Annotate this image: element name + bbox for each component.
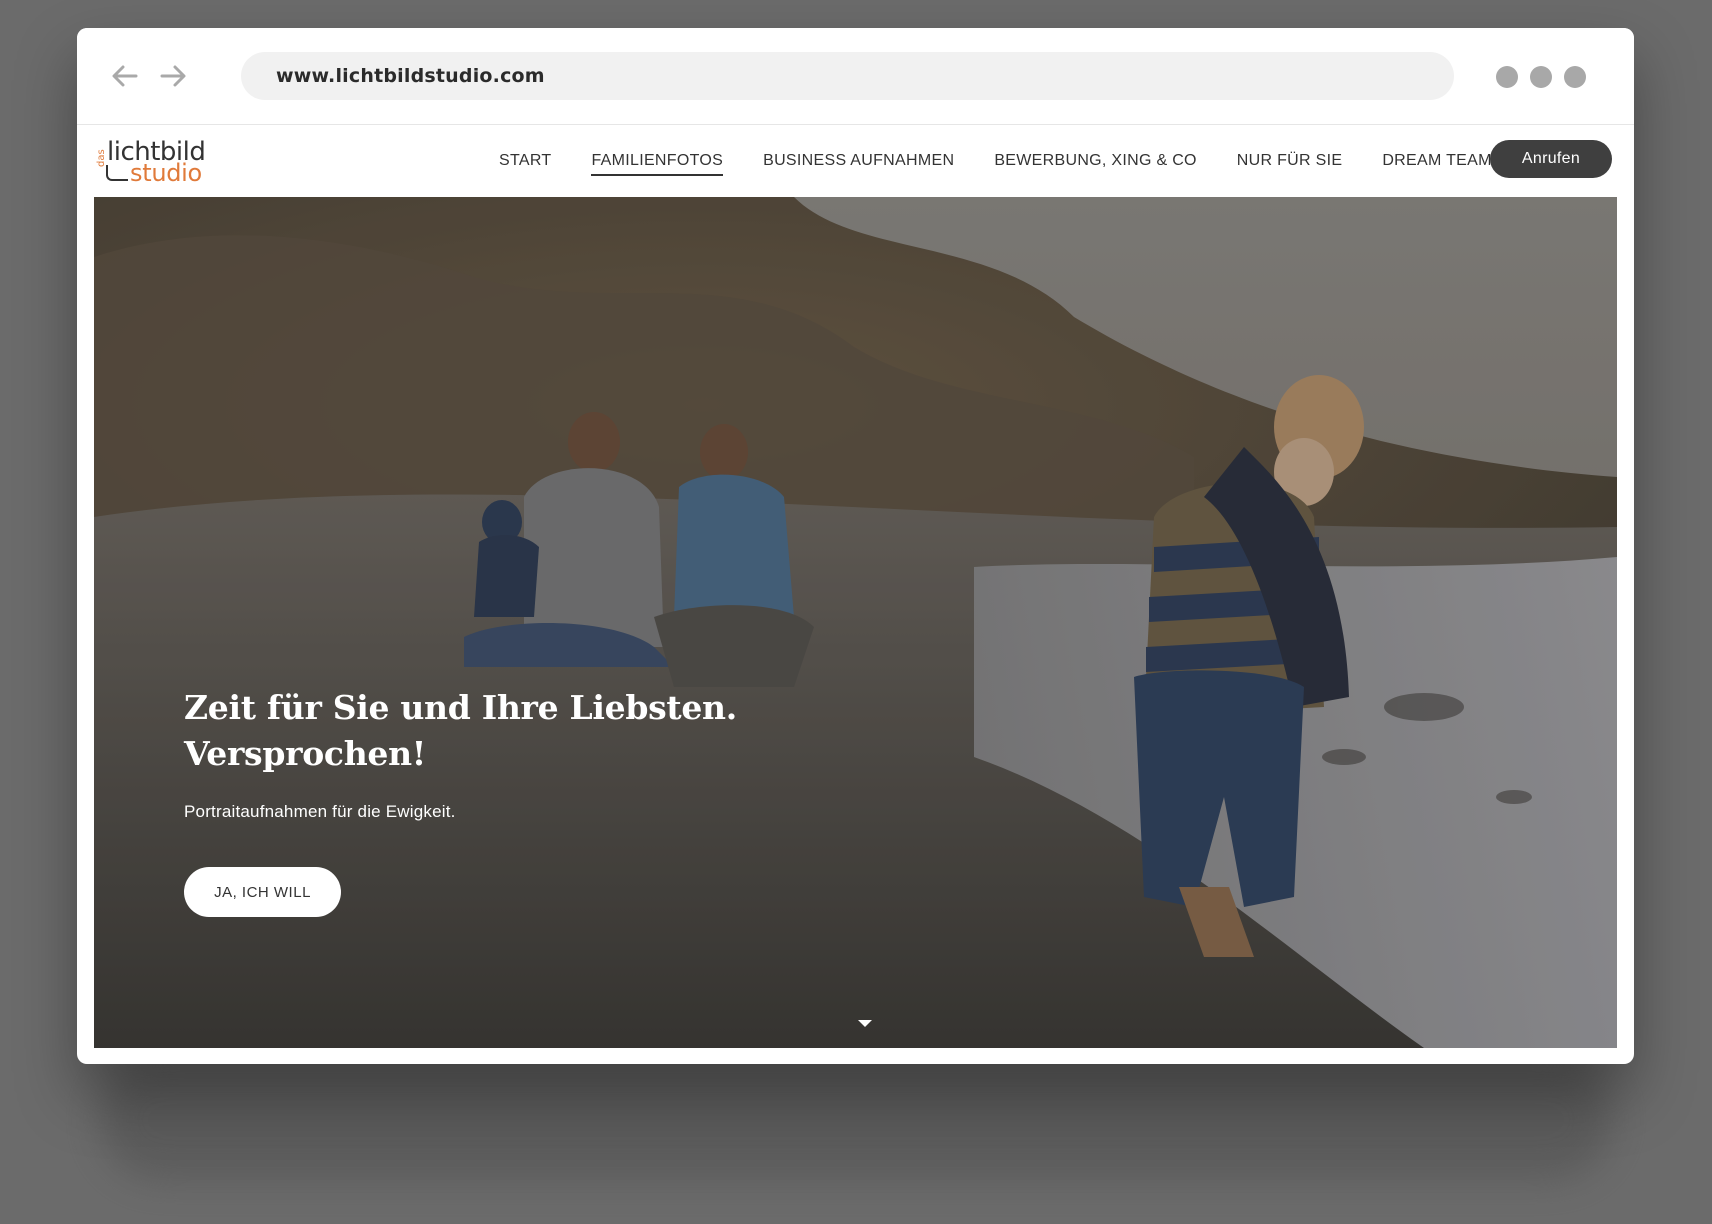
nav-business-aufnahmen[interactable]: BUSINESS AUFNAHMEN [763,146,954,176]
window-dot[interactable] [1564,66,1586,88]
arrow-right-icon[interactable] [155,58,191,94]
nav-familienfotos[interactable]: FAMILIENFOTOS [591,146,723,176]
arrow-left-icon[interactable] [107,58,143,94]
logo-line2: studio [130,159,202,187]
window-dot[interactable] [1496,66,1518,88]
browser-window: www.lichtbildstudio.com das lichtbild st… [77,28,1634,1064]
hero-section: Zeit für Sie und Ihre Liebsten. Versproc… [94,197,1617,1048]
window-dot[interactable] [1530,66,1552,88]
nav-dream-team[interactable]: DREAM TEAM [1382,146,1491,176]
hero-title-line1: Zeit für Sie und Ihre Liebsten. [184,688,737,727]
hero-title-line2: Versprochen! [184,734,426,773]
nav-nur-fuer-sie[interactable]: NUR FÜR SIE [1237,146,1343,176]
window-controls [1496,66,1586,88]
site-logo[interactable]: das lichtbild studio [96,137,206,187]
caret-down-icon[interactable] [858,1020,872,1027]
browser-toolbar: www.lichtbildstudio.com [77,28,1634,125]
address-bar[interactable]: www.lichtbildstudio.com [241,52,1454,100]
url-text: www.lichtbildstudio.com [276,65,545,87]
hero-title: Zeit für Sie und Ihre Liebsten. Versproc… [184,685,784,777]
hero-subtitle: Portraitaufnahmen für die Ewigkeit. [184,802,456,821]
site-header: das lichtbild studio START FAMILIENFOTOS… [77,125,1634,197]
nav-start[interactable]: START [499,146,551,176]
cta-button[interactable]: JA, ICH WILL [184,867,341,917]
logo-hook [106,165,128,181]
call-button[interactable]: Anrufen [1490,140,1612,178]
window-shadow [100,1060,1612,1180]
nav-bewerbung[interactable]: BEWERBUNG, XING & CO [994,146,1196,176]
hero-background-photo [94,197,1617,1048]
main-nav: START FAMILIENFOTOS BUSINESS AUFNAHMEN B… [499,125,1532,197]
